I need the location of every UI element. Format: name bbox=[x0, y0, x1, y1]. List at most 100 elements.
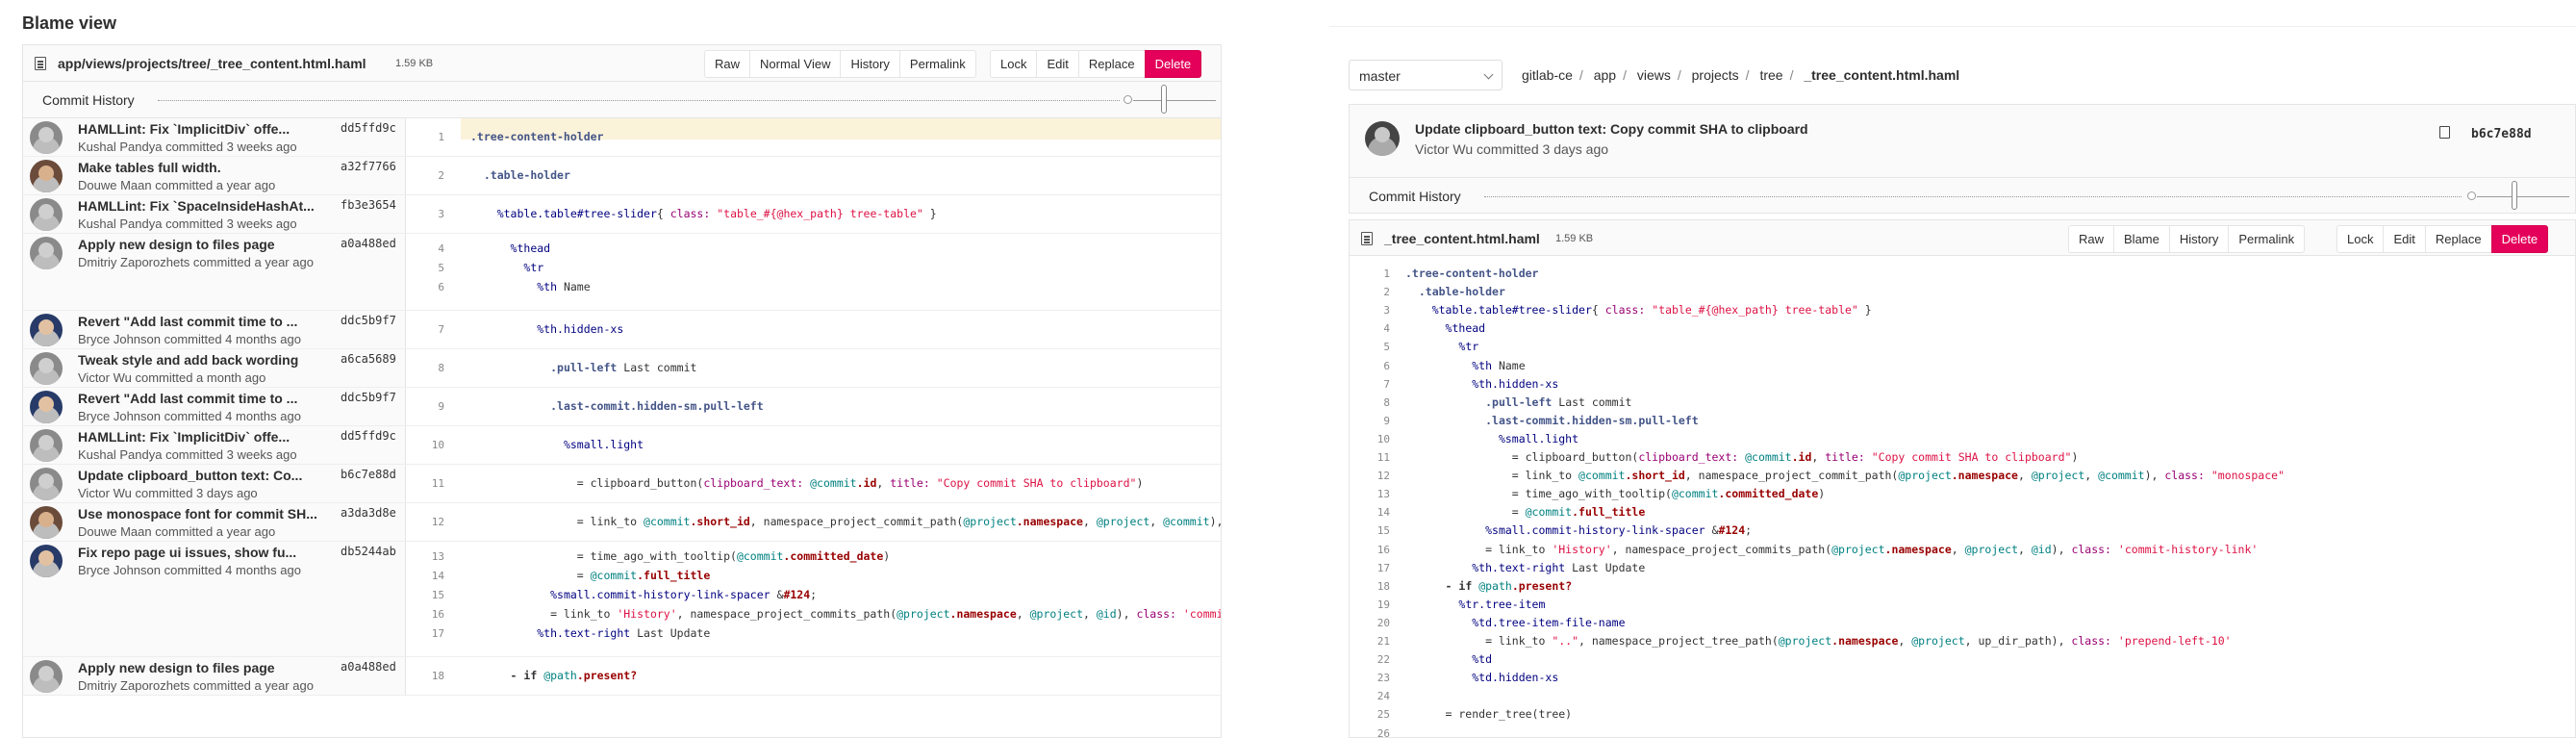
line-number[interactable]: 12 bbox=[406, 516, 444, 528]
line-number[interactable]: 5 bbox=[406, 262, 444, 274]
line-number[interactable]: 14 bbox=[1350, 506, 1390, 519]
line-number[interactable]: 5 bbox=[1350, 341, 1390, 353]
history-button[interactable]: History bbox=[2168, 225, 2230, 253]
lock-button[interactable]: Lock bbox=[2336, 225, 2385, 253]
blame-commit-title[interactable]: Make tables full width. bbox=[78, 160, 328, 175]
blame-commit-sha[interactable]: b6c7e88d bbox=[341, 468, 396, 481]
delete-button[interactable]: Delete bbox=[1144, 50, 1202, 78]
avatar[interactable] bbox=[30, 468, 63, 500]
slider-thumb[interactable] bbox=[1161, 85, 1167, 114]
blame-commit-title[interactable]: Apply new design to files page bbox=[78, 237, 328, 252]
line-number[interactable]: 2 bbox=[1350, 286, 1390, 298]
line-number[interactable]: 6 bbox=[406, 281, 444, 293]
slider-commit-dot[interactable] bbox=[2467, 191, 2476, 200]
avatar[interactable] bbox=[30, 660, 63, 693]
line-number[interactable]: 2 bbox=[406, 169, 444, 182]
edit-button[interactable]: Edit bbox=[1036, 50, 1079, 78]
blame-commit-sha[interactable]: a0a488ed bbox=[341, 660, 396, 674]
line-number[interactable]: 11 bbox=[1350, 451, 1390, 464]
line-number[interactable]: 26 bbox=[1350, 727, 1390, 738]
line-number[interactable]: 20 bbox=[1350, 617, 1390, 629]
line-number[interactable]: 10 bbox=[1350, 433, 1390, 445]
line-number[interactable]: 17 bbox=[406, 627, 444, 640]
commit-title[interactable]: Update clipboard_button text: Copy commi… bbox=[1415, 121, 1808, 137]
blame-commit-title[interactable]: Update clipboard_button text: Co... bbox=[78, 468, 328, 483]
blame-commit-title[interactable]: Revert "Add last commit time to ... bbox=[78, 314, 328, 329]
line-number[interactable]: 4 bbox=[1350, 322, 1390, 335]
blame-commit-sha[interactable]: a3da3d8e bbox=[341, 506, 396, 520]
line-number[interactable]: 18 bbox=[406, 670, 444, 682]
line-number[interactable]: 17 bbox=[1350, 562, 1390, 574]
history-button[interactable]: History bbox=[840, 50, 900, 78]
blame-commit-title[interactable]: HAMLLint: Fix `ImplicitDiv` offe... bbox=[78, 121, 328, 137]
avatar[interactable] bbox=[30, 545, 63, 577]
line-number[interactable]: 13 bbox=[406, 550, 444, 563]
avatar[interactable] bbox=[30, 237, 63, 269]
line-number[interactable]: 16 bbox=[406, 608, 444, 621]
line-number[interactable]: 14 bbox=[406, 570, 444, 582]
blame-commit-title[interactable]: Revert "Add last commit time to ... bbox=[78, 391, 328, 406]
breadcrumb-item[interactable]: views bbox=[1637, 67, 1671, 83]
avatar[interactable] bbox=[30, 314, 63, 346]
blame-commit-sha[interactable]: a6ca5689 bbox=[341, 352, 396, 366]
line-number[interactable]: 15 bbox=[1350, 524, 1390, 537]
blame-commit-sha[interactable]: ddc5b9f7 bbox=[341, 391, 396, 404]
line-number[interactable]: 6 bbox=[1350, 360, 1390, 372]
blame-commit-sha[interactable]: a0a488ed bbox=[341, 237, 396, 250]
line-number[interactable]: 9 bbox=[1350, 415, 1390, 427]
line-number[interactable]: 1 bbox=[406, 131, 444, 143]
slider-commit-dot[interactable] bbox=[1124, 95, 1132, 104]
avatar[interactable] bbox=[30, 391, 63, 423]
blame-commit-title[interactable]: Use monospace font for commit SH... bbox=[78, 506, 328, 522]
avatar[interactable] bbox=[30, 506, 63, 539]
breadcrumb-item[interactable]: projects bbox=[1692, 67, 1739, 83]
line-number[interactable]: 13 bbox=[1350, 488, 1390, 500]
line-number[interactable]: 19 bbox=[1350, 598, 1390, 611]
line-number[interactable]: 7 bbox=[406, 323, 444, 336]
line-number[interactable]: 4 bbox=[406, 242, 444, 255]
blame-commit-sha[interactable]: ddc5b9f7 bbox=[341, 314, 396, 327]
line-number[interactable]: 11 bbox=[406, 477, 444, 490]
blame-button[interactable]: Blame bbox=[2113, 225, 2170, 253]
blame-commit-sha[interactable]: dd5ffd9c bbox=[341, 121, 396, 135]
slider-thumb[interactable] bbox=[2512, 181, 2517, 210]
line-number[interactable]: 22 bbox=[1350, 653, 1390, 666]
normal-view-button[interactable]: Normal View bbox=[749, 50, 842, 78]
avatar[interactable] bbox=[30, 160, 63, 192]
avatar[interactable] bbox=[30, 352, 63, 385]
blame-commit-sha[interactable]: a32f7766 bbox=[341, 160, 396, 173]
line-number[interactable]: 10 bbox=[406, 439, 444, 451]
permalink-button[interactable]: Permalink bbox=[898, 50, 976, 78]
breadcrumb-item[interactable]: tree bbox=[1759, 67, 1782, 83]
blame-commit-title[interactable]: Fix repo page ui issues, show fu... bbox=[78, 545, 328, 560]
line-number[interactable]: 16 bbox=[1350, 544, 1390, 556]
blame-commit-title[interactable]: HAMLLint: Fix `SpaceInsideHashAt... bbox=[78, 198, 328, 214]
commit-sha[interactable]: b6c7e88d bbox=[2471, 127, 2532, 141]
line-number[interactable]: 7 bbox=[1350, 378, 1390, 391]
line-number[interactable]: 1 bbox=[1350, 267, 1390, 280]
blame-commit-title[interactable]: Tweak style and add back wording bbox=[78, 352, 328, 368]
file-name[interactable]: _tree_content.html.haml bbox=[1384, 231, 1540, 246]
edit-button[interactable]: Edit bbox=[2383, 225, 2426, 253]
blame-commit-sha[interactable]: dd5ffd9c bbox=[341, 429, 396, 443]
breadcrumb-item[interactable]: app bbox=[1594, 67, 1616, 83]
line-number[interactable]: 21 bbox=[1350, 635, 1390, 648]
line-number[interactable]: 9 bbox=[406, 400, 444, 413]
line-number[interactable]: 25 bbox=[1350, 708, 1390, 721]
line-number[interactable]: 23 bbox=[1350, 672, 1390, 684]
avatar[interactable] bbox=[1365, 121, 1400, 156]
blame-commit-title[interactable]: Apply new design to files page bbox=[78, 660, 328, 675]
replace-button[interactable]: Replace bbox=[1077, 50, 1146, 78]
raw-button[interactable]: Raw bbox=[2068, 225, 2115, 253]
delete-button[interactable]: Delete bbox=[2490, 225, 2549, 253]
blame-commit-title[interactable]: HAMLLint: Fix `ImplicitDiv` offe... bbox=[78, 429, 328, 445]
permalink-button[interactable]: Permalink bbox=[2228, 225, 2306, 253]
line-number[interactable]: 12 bbox=[1350, 470, 1390, 482]
avatar[interactable] bbox=[30, 121, 63, 154]
line-number[interactable]: 18 bbox=[1350, 580, 1390, 593]
line-number[interactable]: 8 bbox=[406, 362, 444, 374]
line-number[interactable]: 3 bbox=[1350, 304, 1390, 317]
avatar[interactable] bbox=[30, 198, 63, 231]
line-number[interactable]: 24 bbox=[1350, 690, 1390, 702]
branch-dropdown[interactable]: master bbox=[1349, 60, 1503, 90]
